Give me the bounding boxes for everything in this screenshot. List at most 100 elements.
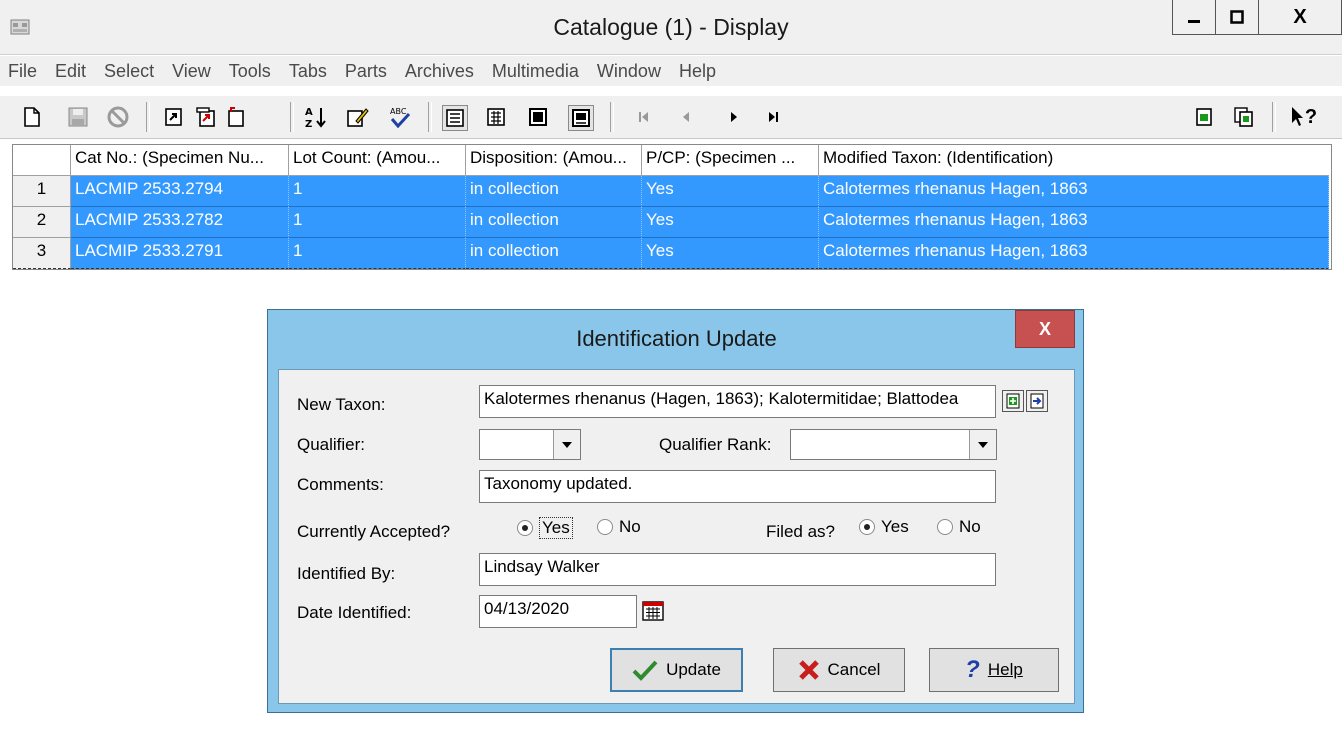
new-button[interactable] [20,105,44,129]
radio-unselected-icon[interactable] [937,519,953,535]
help-button[interactable]: ? Help [929,648,1059,692]
qualifier-select[interactable] [479,429,581,460]
svg-text:A: A [305,107,313,118]
menu-tools[interactable]: Tools [229,61,271,82]
cell-cat-no[interactable]: LACMIP 2533.2791 [71,238,289,269]
menu-multimedia[interactable]: Multimedia [492,61,579,82]
filed-as-no[interactable]: No [937,517,981,537]
new-taxon-label: New Taxon: [297,395,386,414]
cell-modified-taxon[interactable]: Calotermes rhenanus Hagen, 1863 [819,238,1329,269]
menu-parts[interactable]: Parts [345,61,387,82]
cell-disposition[interactable]: in collection [466,238,642,269]
menu-edit[interactable]: Edit [55,61,86,82]
calendar-icon [642,601,664,621]
open-button[interactable] [162,105,186,129]
filed-as-yes[interactable]: Yes [859,517,909,537]
new-icon [24,107,40,127]
open-multiple-button[interactable] [194,105,218,129]
cell-pcp[interactable]: Yes [642,238,819,269]
copy-record-button[interactable] [1192,105,1216,129]
last-record-button[interactable] [762,105,786,129]
cancel-dialog-button[interactable]: Cancel [773,648,905,692]
column-header-cat-no[interactable]: Cat No.: (Specimen Nu... [71,145,289,176]
row-number[interactable]: 2 [13,207,71,238]
question-mark-icon: ? [965,656,980,683]
currently-accepted-no[interactable]: No [597,517,641,537]
cell-pcp[interactable]: Yes [642,176,819,207]
menu-window[interactable]: Window [597,61,661,82]
currently-accepted-yes[interactable]: Yes [517,517,573,539]
column-header-pcp[interactable]: P/CP: (Specimen ... [642,145,819,176]
records-grid: Cat No.: (Specimen Nu... Lot Count: (Amo… [12,144,1332,270]
cell-disposition[interactable]: in collection [466,176,642,207]
cell-lot-count[interactable]: 1 [289,238,466,269]
help-pointer-button[interactable]: ? [1286,105,1322,129]
list-view-icon [487,108,505,126]
cell-modified-taxon[interactable]: Calotermes rhenanus Hagen, 1863 [819,207,1329,238]
attach-button[interactable] [224,105,248,129]
comments-field[interactable]: Taxonomy updated. [479,470,996,503]
page-view-button[interactable] [526,105,550,129]
menu-file[interactable]: File [8,61,37,82]
filed-as-label: Filed as? [766,522,835,541]
cell-cat-no[interactable]: LACMIP 2533.2794 [71,176,289,207]
chevron-down-icon[interactable] [553,430,580,459]
cell-cat-no[interactable]: LACMIP 2533.2782 [71,207,289,238]
column-header-modified-taxon[interactable]: Modified Taxon: (Identification) [819,145,1329,176]
table-row[interactable]: 1 LACMIP 2533.2794 1 in collection Yes C… [13,176,1331,207]
menu-select[interactable]: Select [104,61,154,82]
menu-tabs[interactable]: Tabs [289,61,327,82]
next-record-button[interactable] [722,105,746,129]
radio-selected-icon[interactable] [859,519,875,535]
close-button[interactable]: X [1258,0,1342,35]
details-view-button[interactable] [442,105,468,131]
identified-by-field[interactable]: Lindsay Walker [479,553,996,586]
cell-lot-count[interactable]: 1 [289,207,466,238]
paste-record-button[interactable] [1232,105,1256,129]
cell-modified-taxon[interactable]: Calotermes rhenanus Hagen, 1863 [819,176,1329,207]
minimize-button[interactable] [1172,0,1216,35]
dialog-close-button[interactable]: X [1015,310,1075,348]
menu-help[interactable]: Help [679,61,716,82]
save-button[interactable] [66,105,90,129]
cell-disposition[interactable]: in collection [466,207,642,238]
list-view-button[interactable] [484,105,508,129]
svg-text:ABC: ABC [390,107,407,116]
row-number[interactable]: 3 [13,238,71,269]
image-view-button[interactable] [568,105,594,131]
cancel-x-icon [798,660,819,680]
dialog-title: Identification Update [576,326,777,351]
qualifier-rank-select[interactable] [790,429,997,460]
cancel-button[interactable] [106,105,130,129]
table-row[interactable]: 2 LACMIP 2533.2782 1 in collection Yes C… [13,207,1331,238]
lookup-taxon-button[interactable] [1026,390,1048,412]
date-identified-field[interactable]: 04/13/2020 [479,595,637,628]
help-button-label: Help [987,660,1023,679]
cell-pcp[interactable]: Yes [642,207,819,238]
row-number[interactable]: 1 [13,176,71,207]
add-taxon-button[interactable] [1002,390,1024,412]
currently-accepted-label: Currently Accepted? [297,522,451,541]
chevron-down-icon[interactable] [969,430,996,459]
update-button[interactable]: Update [610,648,743,692]
menu-archives[interactable]: Archives [405,61,474,82]
new-taxon-field[interactable]: Kalotermes rhenanus (Hagen, 1863); Kalot… [479,385,996,418]
menu-view[interactable]: View [172,61,211,82]
first-record-button[interactable] [632,105,656,129]
sort-button[interactable]: AZ [304,105,328,129]
radio-unselected-icon[interactable] [597,519,613,535]
table-row[interactable]: 3 LACMIP 2533.2791 1 in collection Yes C… [13,238,1331,269]
calendar-button[interactable] [642,600,664,622]
column-header-lot-count[interactable]: Lot Count: (Amou... [289,145,466,176]
radio-selected-icon[interactable] [517,520,533,536]
qualifier-label: Qualifier: [297,435,366,454]
column-header-disposition[interactable]: Disposition: (Amou... [466,145,642,176]
previous-record-button[interactable] [674,105,698,129]
cell-lot-count[interactable]: 1 [289,176,466,207]
spell-check-button[interactable]: ABC [388,105,412,129]
edit-button[interactable] [346,105,370,129]
update-button-label: Update [666,660,721,679]
details-view-icon [446,109,464,127]
maximize-button[interactable] [1215,0,1259,35]
grid-corner-cell[interactable] [13,145,71,176]
